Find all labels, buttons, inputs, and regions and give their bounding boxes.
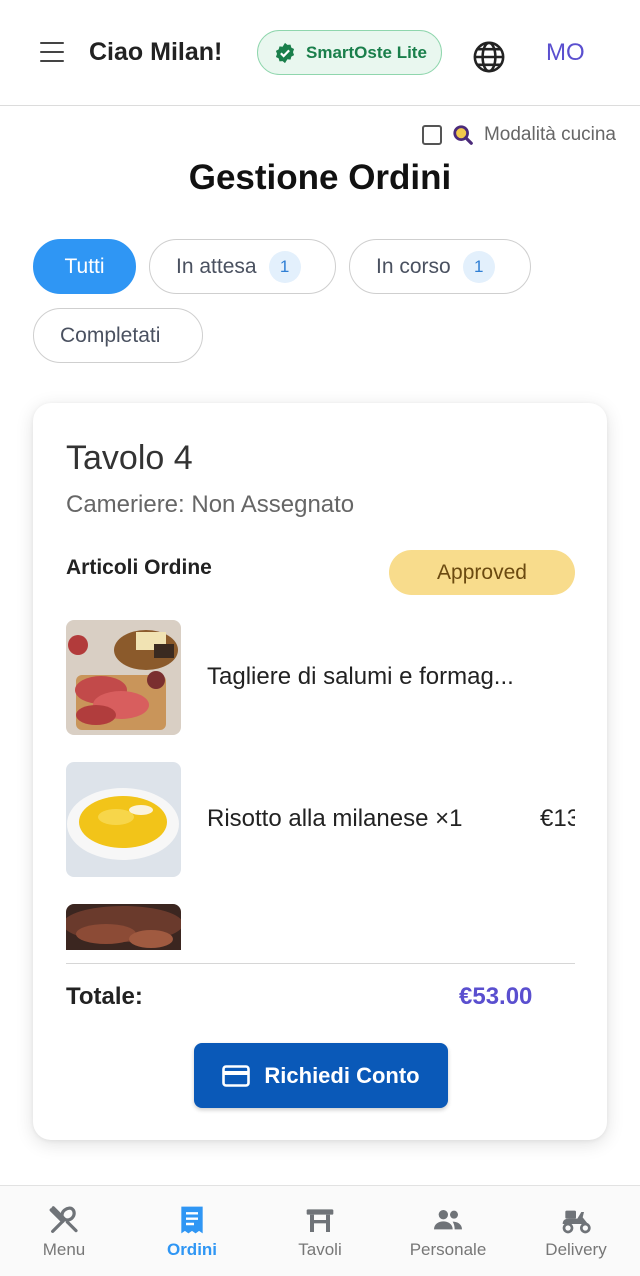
greeting: Ciao Milan! xyxy=(89,38,223,66)
total-value: €53.00 xyxy=(459,983,533,1010)
filter-in-progress[interactable]: In corso 1 xyxy=(349,239,531,294)
app-header: Ciao Milan! SmartOste Lite MO xyxy=(0,0,640,106)
magnifier-icon xyxy=(453,125,473,145)
filter-count-badge: 1 xyxy=(462,250,495,283)
filter-label: In attesa xyxy=(176,254,257,278)
order-waiter: Cameriere: Non Assegnato xyxy=(66,491,355,518)
filter-label: Tutti xyxy=(64,254,105,278)
utensils-icon xyxy=(49,1206,78,1233)
filter-label: In corso xyxy=(376,254,451,278)
nav-item-delivery[interactable]: Delivery xyxy=(512,1186,640,1276)
order-card: Tavolo 4 Cameriere: Non Assegnato Artico… xyxy=(33,403,607,1140)
item-name: Tagliere di salumi e formag... xyxy=(207,663,514,690)
list-item xyxy=(66,904,575,950)
item-thumbnail xyxy=(66,904,181,950)
nav-label: Menu xyxy=(42,1240,86,1259)
total-label: Totale: xyxy=(66,983,143,1010)
nav-item-orders[interactable]: Ordini xyxy=(128,1186,256,1276)
nav-label: Personale xyxy=(409,1240,487,1259)
menu-icon[interactable] xyxy=(40,42,64,62)
filter-completed[interactable]: Completati xyxy=(33,308,203,363)
nav-item-tables[interactable]: Tavoli xyxy=(256,1186,384,1276)
item-thumbnail xyxy=(66,762,181,877)
scooter-icon xyxy=(562,1210,591,1234)
filter-pending[interactable]: In attesa 1 xyxy=(149,239,336,294)
plan-badge-label: SmartOste Lite xyxy=(306,42,427,62)
receipt-icon xyxy=(181,1206,203,1234)
avatar[interactable]: MO xyxy=(546,39,585,67)
verified-icon xyxy=(275,42,295,63)
credit-card-icon xyxy=(222,1064,251,1087)
plan-badge: SmartOste Lite xyxy=(257,30,442,75)
item-price: €13 xyxy=(540,805,575,832)
nav-item-menu[interactable]: Menu xyxy=(0,1186,128,1276)
nav-label: Ordini xyxy=(166,1240,218,1259)
nav-label: Tavoli xyxy=(298,1240,342,1259)
bottom-nav: Menu Ordini Tavoli Personale Delivery xyxy=(0,1185,640,1276)
filter-count-badge: 1 xyxy=(268,250,301,283)
filter-label: Completati xyxy=(60,323,161,347)
order-items-list[interactable]: Tagliere di salumi e formag... Risotto a… xyxy=(66,620,575,950)
request-bill-label: Richiedi Conto xyxy=(264,1062,420,1088)
kitchen-mode-toggle[interactable]: Modalità cucina xyxy=(421,124,616,146)
people-icon xyxy=(434,1210,462,1230)
nav-label: Delivery xyxy=(545,1240,607,1259)
globe-icon[interactable] xyxy=(472,40,506,74)
filter-all[interactable]: Tutti xyxy=(33,239,136,294)
status-badge: Approved xyxy=(389,550,575,595)
page-title: Gestione Ordini xyxy=(188,158,452,197)
list-item: Tagliere di salumi e formag... xyxy=(66,620,575,736)
table-icon xyxy=(306,1209,334,1232)
nav-item-staff[interactable]: Personale xyxy=(384,1186,512,1276)
divider xyxy=(66,963,575,964)
order-items-title: Articoli Ordine xyxy=(66,556,212,579)
kitchen-mode-checkbox[interactable] xyxy=(421,125,442,145)
request-bill-button[interactable]: Richiedi Conto xyxy=(194,1043,448,1108)
order-table: Tavolo 4 xyxy=(66,439,193,477)
kitchen-mode-label: Modalità cucina xyxy=(483,124,616,145)
list-item: Risotto alla milanese ×1 €13 xyxy=(66,762,575,878)
item-thumbnail xyxy=(66,620,181,735)
item-name: Risotto alla milanese ×1 xyxy=(207,805,463,832)
